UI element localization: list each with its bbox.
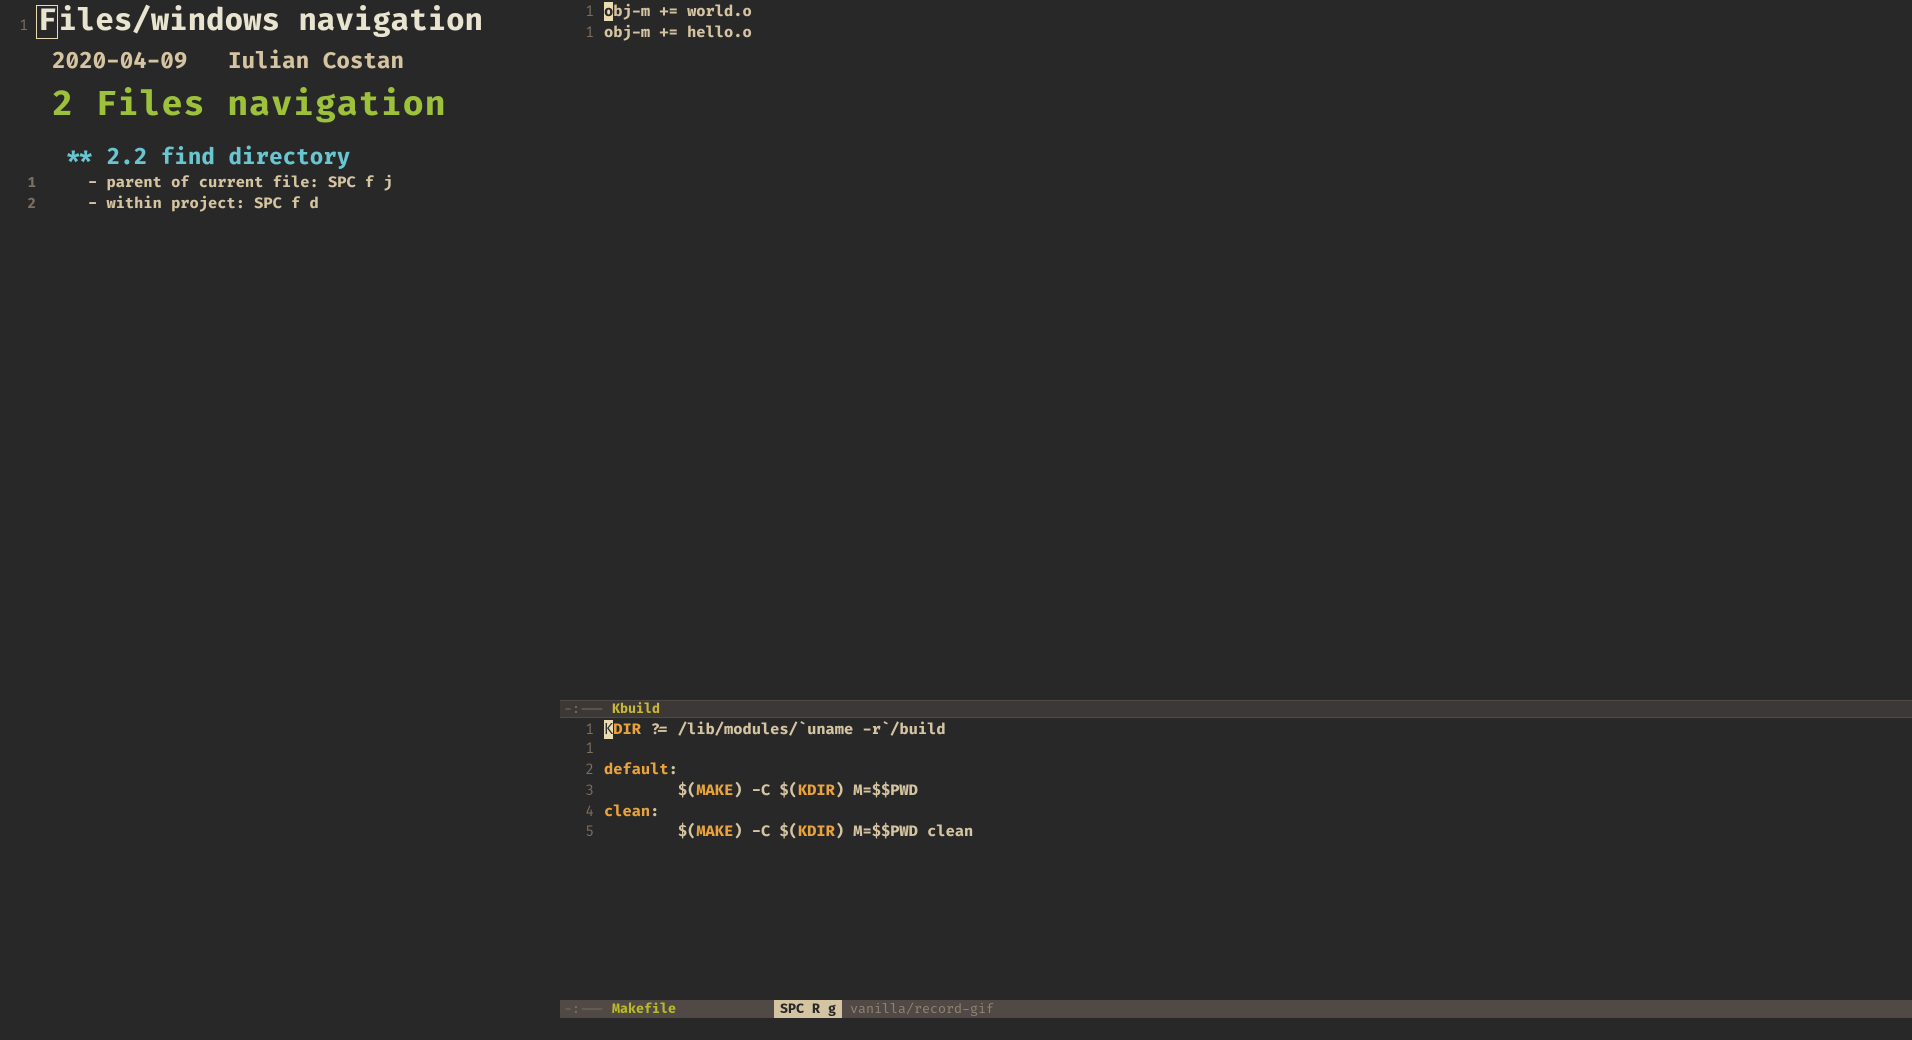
title-row: 1 Files/windows navigation: [0, 4, 560, 44]
modeline-state: -:---: [564, 1000, 604, 1018]
list-item-text: - parent of current file: SPC f j: [44, 173, 393, 193]
code-text: $(MAKE) -C $(KDIR) M=$$PWD clean: [604, 822, 973, 842]
editor-root: 1 Files/windows navigation 2020-04-09 Iu…: [0, 0, 1912, 1040]
code-text: clean:: [604, 802, 659, 822]
workspace: 1 Files/windows navigation 2020-04-09 Iu…: [0, 0, 1912, 1018]
code-line: 1 obj-m += hello.o: [560, 23, 1912, 44]
meta-date: 2020-04-09: [52, 48, 187, 75]
code-text: KDIR ?= /lib/modules/`uname -r`/build: [604, 720, 946, 740]
gutter-line-number: 1: [0, 18, 36, 37]
right-pane: 1 obj-m += world.o 1 obj-m += hello.o -:…: [560, 0, 1912, 1018]
gutter-line-number: 5: [560, 824, 604, 843]
title-rest: iles/windows navigation: [58, 3, 483, 40]
gutter-line-number: 3: [560, 783, 604, 802]
code-line: 1: [560, 741, 1912, 760]
gutter-line-number: 1: [560, 4, 604, 23]
modeline-buffer-name: Kbuild: [604, 700, 660, 718]
code-text: default:: [604, 760, 678, 780]
code-line: 4 clean:: [560, 802, 1912, 823]
code-line: 3 $(MAKE) -C $(KDIR) M=$$PWD: [560, 781, 1912, 802]
section-heading-1: 2 Files navigation: [0, 85, 560, 144]
modeline-kbuild[interactable]: -:--- Kbuild: [560, 700, 1912, 718]
list-item-text: - within project: SPC f d: [44, 194, 319, 214]
modeline-buffer-name: Makefile: [604, 1000, 676, 1018]
meta-author: Iulian Costan: [228, 48, 404, 75]
left-pane[interactable]: 1 Files/windows navigation 2020-04-09 Iu…: [0, 0, 560, 1018]
code-line: 1 KDIR ?= /lib/modules/`uname -r`/build: [560, 720, 1912, 741]
makefile-buffer[interactable]: 1 KDIR ?= /lib/modules/`uname -r`/build …: [560, 718, 1912, 1018]
code-line: 2 default:: [560, 760, 1912, 781]
gutter-line-number: 1: [0, 175, 44, 194]
section-heading-2: ** 2.2 find directory: [0, 144, 560, 173]
document-meta: 2020-04-09 Iulian Costan: [0, 44, 560, 85]
cursor-block: o: [604, 2, 613, 21]
code-text: $(MAKE) -C $(KDIR) M=$$PWD: [604, 781, 918, 801]
gutter-line-number: 1: [560, 741, 604, 760]
cursor-block: K: [604, 720, 613, 739]
list-item: 2 - within project: SPC f d: [0, 194, 560, 215]
gutter-line-number: 4: [560, 804, 604, 823]
gutter-line-number: 1: [560, 722, 604, 741]
code-text: obj-m += hello.o: [604, 23, 752, 43]
key-hint-pill: SPC R g: [774, 1000, 842, 1018]
cursor-outline: F: [36, 5, 58, 39]
modeline-state: -:---: [564, 700, 604, 718]
gutter-line-number: 2: [0, 196, 44, 215]
minibuffer[interactable]: SPC f j: [0, 1018, 1912, 1040]
modeline-makefile[interactable]: -:--- Makefile SPC R g vanilla/record-gi…: [560, 1000, 1912, 1018]
code-line: 1 obj-m += world.o: [560, 2, 1912, 23]
code-line: 5 $(MAKE) -C $(KDIR) M=$$PWD clean: [560, 822, 1912, 843]
gutter-line-number: 2: [560, 762, 604, 781]
code-text: obj-m += world.o: [604, 2, 752, 22]
gutter-line-number: 1: [560, 25, 604, 44]
document-title: Files/windows navigation: [36, 4, 483, 44]
list-item: 1 - parent of current file: SPC f j: [0, 173, 560, 194]
modeline-path: vanilla/record-gif: [842, 1000, 994, 1018]
kbuild-buffer[interactable]: 1 obj-m += world.o 1 obj-m += hello.o: [560, 0, 1912, 700]
